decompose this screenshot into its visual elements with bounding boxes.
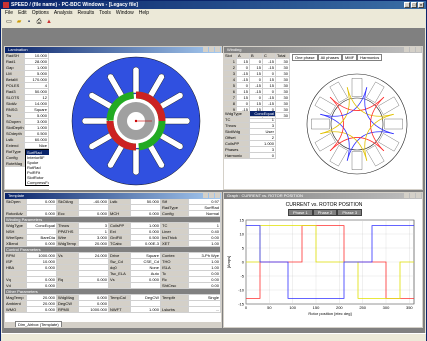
menu-edit[interactable]: Edit bbox=[18, 9, 27, 17]
x-tick-label: 200 bbox=[336, 305, 343, 310]
status-bar bbox=[1, 333, 426, 341]
winding-param-value[interactable]: 0 bbox=[250, 153, 276, 159]
menu-window[interactable]: Window bbox=[116, 9, 134, 17]
x-tick-label: 350 bbox=[406, 305, 413, 310]
coil-connection bbox=[329, 96, 385, 111]
open-icon[interactable]: ▰ bbox=[15, 18, 23, 26]
lamination-window: Lamination RadSH 10.000 Rad1 28.000 Gap 1.000… bbox=[4, 46, 223, 190]
winding-tabs: One phase All phases MMF Harmonics bbox=[292, 54, 383, 61]
minimize-button[interactable]: _ bbox=[404, 2, 410, 8]
phase-2-button[interactable]: Phase 2 bbox=[312, 209, 338, 216]
y-tick-label: -15 bbox=[238, 302, 245, 307]
winding-window: Winding Slot A B C Total 1 15 0 -15 30 2 0 15 -15 30 3-… bbox=[223, 46, 423, 190]
winding-param-grid: WdgType ConcEqual TC 1 Throw 3 SlotWdg User Offs… bbox=[224, 111, 276, 159]
template-param-label: RPM0 bbox=[57, 307, 79, 313]
y-tick-label: -10 bbox=[238, 288, 245, 293]
lamination-label: RoteMag bbox=[5, 161, 25, 167]
winding-slot bbox=[384, 118, 403, 130]
template-param-value[interactable]: ... bbox=[189, 307, 221, 313]
toolbar: ▭ ▰ ▪ ⎙ ▲ bbox=[1, 17, 427, 27]
x-tick-label: 300 bbox=[383, 305, 390, 310]
winding-slot bbox=[351, 78, 363, 97]
y-axis-label: [Amps] bbox=[226, 256, 231, 268]
menu-options[interactable]: Options bbox=[32, 9, 49, 17]
coil-connection bbox=[329, 137, 385, 152]
template-param-value[interactable]: 1000.000 bbox=[79, 307, 109, 313]
app-title: SPEED / (file name) - PC-BDC Windows - [… bbox=[11, 2, 138, 8]
tab-mmf[interactable]: MMF bbox=[342, 54, 358, 61]
winding-diagram bbox=[306, 73, 408, 175]
stator-outline bbox=[306, 73, 408, 175]
template-window: Template SkOpen 0.000 SkOAng -40.000 Lstk 50.… bbox=[4, 192, 222, 328]
y-tick-label: -5 bbox=[240, 274, 244, 279]
phase-1-button[interactable]: Phase 1 bbox=[288, 209, 313, 216]
app-window: SPEED / (file name) - PC-BDC Windows - [… bbox=[1, 1, 427, 341]
stator-slot bbox=[163, 117, 191, 125]
current-chart: 0 50 100 150 200 250 300 350 -15 -10 -5 0 5 10 15 Rotor… bbox=[226, 218, 415, 316]
y-tick-label: 0 bbox=[242, 260, 245, 265]
template-param-label: NWFT bbox=[109, 307, 131, 313]
tab-all-phases[interactable]: All phases bbox=[317, 54, 343, 61]
phase-3-button[interactable]: Phase 3 bbox=[337, 209, 363, 216]
coil-connection bbox=[370, 96, 385, 152]
menu-tools[interactable]: Tools bbox=[99, 9, 111, 17]
y-tick-label: 15 bbox=[240, 218, 245, 223]
menu-results[interactable]: Results bbox=[78, 9, 95, 17]
rottype-dropdown-list: SurfRad InteriorBF Spoke RotRad PolRFit SlotR… bbox=[25, 149, 52, 186]
template-param-value[interactable]: 1.000 bbox=[131, 307, 161, 313]
x-tick-label: 0 bbox=[245, 305, 248, 310]
y-tick-label: 10 bbox=[240, 232, 245, 237]
title-bar: SPEED / (file name) - PC-BDC Windows - [… bbox=[1, 1, 426, 9]
close-button[interactable]: × bbox=[418, 2, 424, 8]
tab-one-phase[interactable]: One phase bbox=[292, 54, 318, 61]
tab-harmonics[interactable]: Harmonics bbox=[357, 54, 383, 61]
stator-slot bbox=[81, 117, 109, 125]
winding-cell[interactable]: 30 bbox=[276, 113, 290, 119]
menu-analysis[interactable]: Analysis bbox=[54, 9, 73, 17]
y-tick-label: 5 bbox=[242, 246, 245, 251]
save-icon[interactable]: ▪ bbox=[25, 18, 33, 26]
motor-cross-section bbox=[49, 53, 223, 190]
rottype-option[interactable]: CompressFoil bbox=[26, 180, 52, 185]
x-tick-label: 50 bbox=[267, 305, 272, 310]
template-status-tab[interactable]: Dim_Airbox (Template) bbox=[15, 321, 62, 327]
template-param-value[interactable]: 0.000 bbox=[27, 307, 57, 313]
new-icon[interactable]: ▭ bbox=[5, 18, 13, 26]
template-param-label: WMO bbox=[5, 307, 27, 313]
stator-slot bbox=[132, 66, 140, 94]
graph-titlebar: Graph : CURRENT vs. ROTOR POSITION bbox=[224, 193, 422, 199]
x-tick-label: 150 bbox=[313, 305, 320, 310]
winding-table: Slot A B C Total 1 15 0 -15 30 2 0 15 -15 30 3 -15 15 0 30 4… bbox=[224, 53, 290, 119]
graph-window: Graph : CURRENT vs. ROTOR POSITION CURRE… bbox=[223, 192, 423, 328]
maximize-button[interactable]: □ bbox=[411, 2, 417, 8]
winding-param-label: Harmonic bbox=[224, 153, 250, 159]
run-icon[interactable]: ▲ bbox=[45, 18, 53, 26]
rotor-outline bbox=[330, 97, 384, 151]
template-param-label: Lslurbs bbox=[161, 307, 189, 313]
mdi-area: Lamination RadSH 10.000 Rad1 28.000 Gap 1.000… bbox=[2, 28, 425, 333]
template-bottom-bar: Dim_Airbox (Template) bbox=[5, 321, 221, 327]
stator-slot bbox=[132, 148, 140, 176]
menu-file[interactable]: File bbox=[5, 9, 13, 17]
menu-help[interactable]: Help bbox=[139, 9, 149, 17]
winding-slot bbox=[311, 118, 330, 130]
x-tick-label: 100 bbox=[289, 305, 296, 310]
menu-bar: File Edit Options Analysis Results Tools… bbox=[1, 9, 427, 17]
winding-slot bbox=[351, 151, 363, 170]
x-tick-label: 250 bbox=[359, 305, 366, 310]
x-axis-label: Rotor position [elec deg] bbox=[308, 311, 351, 316]
plot-title: CURRENT vs. ROTOR POSITION bbox=[285, 202, 363, 208]
template-grid: SkOpen 0.000 SkOAng -40.000 Lstk 50.000 Stf 0.9… bbox=[5, 199, 221, 313]
coil-connection bbox=[329, 96, 344, 152]
app-icon bbox=[3, 2, 9, 8]
phase-buttons: Phase 1 Phase 2 Phase 3 bbox=[288, 209, 363, 216]
print-icon[interactable]: ⎙ bbox=[35, 18, 43, 26]
